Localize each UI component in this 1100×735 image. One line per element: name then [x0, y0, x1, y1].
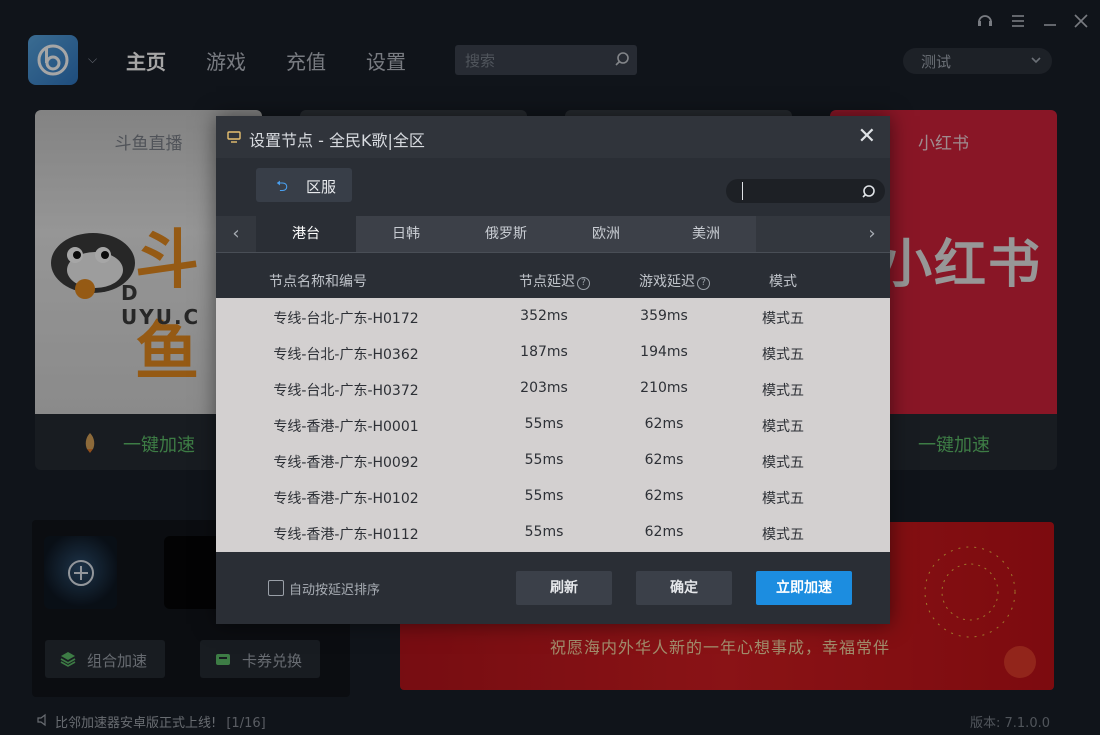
- table-row[interactable]: 专线-香港-广东-H0112 55ms 62ms 模式五: [216, 514, 890, 550]
- game-latency: 210ms: [640, 380, 688, 396]
- refresh-button[interactable]: 刷新: [516, 571, 612, 605]
- table-row[interactable]: 专线-香港-广东-H0001 55ms 62ms 模式五: [216, 406, 890, 442]
- mode: 模式五: [762, 383, 804, 399]
- node-name: 专线-香港-广东-H0092: [273, 455, 419, 471]
- table-row[interactable]: 专线-香港-广东-H0092 55ms 62ms 模式五: [216, 442, 890, 478]
- game-latency: 62ms: [644, 416, 684, 432]
- help-icon[interactable]: ?: [577, 277, 590, 290]
- region-tabs: ‹ 港台 日韩 俄罗斯 欧洲 美洲 ›: [216, 216, 890, 253]
- help-icon[interactable]: ?: [697, 277, 710, 290]
- tab-hk-tw[interactable]: 港台: [256, 216, 356, 252]
- table-row[interactable]: 专线-台北-广东-H0362 187ms 194ms 模式五: [216, 334, 890, 370]
- back-to-server-button[interactable]: ⮌ 区服: [256, 168, 352, 202]
- node-latency: 55ms: [524, 416, 564, 432]
- node-name: 专线-台北-广东-H0372: [273, 383, 419, 399]
- col-node-latency: 节点延迟?: [519, 271, 590, 291]
- search-icon[interactable]: [861, 183, 877, 199]
- tabs-next-icon[interactable]: ›: [854, 216, 890, 252]
- mode: 模式五: [762, 455, 804, 471]
- node-latency: 55ms: [524, 524, 564, 540]
- dialog-header: 设置节点 - 全民K歌|全区 ✕: [216, 116, 890, 158]
- col-game-latency: 游戏延迟?: [639, 271, 710, 291]
- table-row[interactable]: 专线-香港-广东-H0102 55ms 62ms 模式五: [216, 478, 890, 514]
- auto-sort-checkbox[interactable]: [268, 580, 284, 596]
- game-latency: 359ms: [640, 308, 688, 324]
- col-game-latency-label: 游戏延迟: [639, 274, 695, 290]
- game-latency: 62ms: [644, 452, 684, 468]
- node-name: 专线-台北-广东-H0362: [273, 347, 419, 363]
- node-search-input[interactable]: [726, 179, 885, 203]
- mode: 模式五: [762, 491, 804, 507]
- tabs-strip: 港台 日韩 俄罗斯 欧洲 美洲: [256, 216, 756, 252]
- node-latency: 352ms: [520, 308, 568, 324]
- tab-america[interactable]: 美洲: [656, 216, 756, 252]
- node-name: 专线-台北-广东-H0172: [273, 311, 419, 327]
- node-latency: 187ms: [520, 344, 568, 360]
- col-mode: 模式: [769, 274, 797, 290]
- accelerate-now-button[interactable]: 立即加速: [756, 571, 852, 605]
- node-latency: 55ms: [524, 452, 564, 468]
- node-latency: 203ms: [520, 380, 568, 396]
- dialog-footer: 自动按延迟排序 刷新 确定 立即加速: [216, 552, 890, 624]
- back-to-server-label: 区服: [306, 178, 337, 196]
- node-name: 专线-香港-广东-H0102: [273, 491, 419, 507]
- node-settings-dialog: 设置节点 - 全民K歌|全区 ✕ ⮌ 区服 ‹ 港台 日韩 俄罗斯 欧洲 美洲 …: [216, 116, 890, 624]
- auto-sort-label[interactable]: 自动按延迟排序: [289, 579, 380, 598]
- col-node-latency-label: 节点延迟: [519, 274, 575, 290]
- game-latency: 194ms: [640, 344, 688, 360]
- server-icon: [227, 131, 241, 143]
- col-node-name: 节点名称和编号: [269, 274, 367, 290]
- node-name: 专线-香港-广东-H0001: [273, 419, 419, 435]
- mode: 模式五: [762, 419, 804, 435]
- close-icon[interactable]: ✕: [858, 124, 876, 149]
- confirm-button[interactable]: 确定: [636, 571, 732, 605]
- node-latency: 55ms: [524, 488, 564, 504]
- table-row[interactable]: 专线-台北-广东-H0172 352ms 359ms 模式五: [216, 298, 890, 334]
- node-table-header: 节点名称和编号 节点延迟? 游戏延迟? 模式: [216, 253, 890, 297]
- game-latency: 62ms: [644, 524, 684, 540]
- tab-europe[interactable]: 欧洲: [556, 216, 656, 252]
- tabs-prev-icon[interactable]: ‹: [218, 216, 254, 252]
- node-table-body: 专线-台北-广东-H0172 352ms 359ms 模式五 专线-台北-广东-…: [216, 298, 890, 552]
- game-latency: 62ms: [644, 488, 684, 504]
- mode: 模式五: [762, 527, 804, 543]
- back-arrow-icon: ⮌: [276, 177, 289, 195]
- mode: 模式五: [762, 311, 804, 327]
- dialog-title: 设置节点 - 全民K歌|全区: [249, 131, 425, 150]
- text-caret: [742, 182, 743, 200]
- table-row[interactable]: 专线-台北-广东-H0372 203ms 210ms 模式五: [216, 370, 890, 406]
- tab-japan-korea[interactable]: 日韩: [356, 216, 456, 252]
- node-name: 专线-香港-广东-H0112: [273, 527, 419, 543]
- tab-russia[interactable]: 俄罗斯: [456, 216, 556, 252]
- mode: 模式五: [762, 347, 804, 363]
